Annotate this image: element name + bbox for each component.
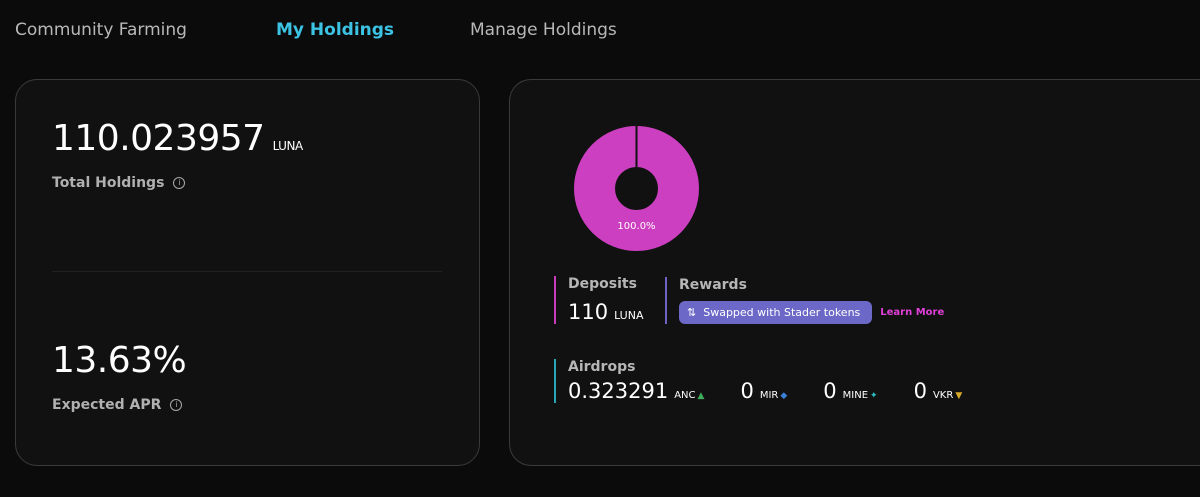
airdrop-mine-value: 0	[823, 379, 837, 403]
airdrop-anc: 0.323291 ANC ▲	[568, 379, 704, 403]
airdrop-mir-token: MIR	[759, 390, 779, 401]
airdrop-mine-token: MINE	[842, 390, 869, 401]
deposits-value: 110	[568, 300, 609, 324]
expected-apr-label-row: Expected APR i	[52, 397, 183, 413]
mine-icon: ✦	[870, 391, 878, 401]
learn-more-link[interactable]: Learn More	[880, 307, 944, 318]
total-holdings-unit: LUNA	[272, 139, 304, 153]
airdrop-anc-value: 0.323291	[568, 379, 669, 403]
total-holdings-value-row: 110.023957 LUNA	[52, 118, 303, 159]
info-icon[interactable]: i	[170, 399, 183, 411]
deposits-title: Deposits	[568, 276, 637, 292]
swap-icon: ⇅	[687, 306, 697, 319]
total-holdings-label: Total Holdings	[52, 175, 165, 191]
airdrop-vkr-token: VKR	[932, 390, 954, 401]
deposits-unit: LUNA	[614, 309, 644, 322]
holdings-donut-chart	[574, 126, 699, 251]
holdings-summary-card: 110.023957 LUNA Total Holdings i 13.63% E…	[15, 79, 480, 466]
airdrops-title: Airdrops	[568, 359, 636, 375]
deposits-section: Deposits 110 LUNA	[554, 276, 643, 324]
swap-label: Swapped with Stader tokens	[703, 306, 861, 319]
rewards-section: Rewards ⇅ Swapped with Stader tokens Lea…	[665, 277, 944, 324]
rewards-row: ⇅ Swapped with Stader tokens Learn More	[679, 301, 944, 324]
airdrop-mine: 0 MINE ✦	[823, 379, 877, 403]
expected-apr-label: Expected APR	[52, 397, 162, 413]
donut-percent-label: 100.0%	[617, 221, 656, 232]
mir-icon: ◆	[780, 391, 788, 401]
airdrop-vkr-value: 0	[913, 379, 927, 403]
total-holdings-value: 110.023957	[52, 118, 265, 159]
holdings-breakdown-card: 100.0% Deposits 110 LUNA Rewards ⇅ Swappe…	[509, 79, 1200, 466]
swapped-with-stader-badge[interactable]: ⇅ Swapped with Stader tokens	[679, 301, 873, 324]
rewards-title: Rewards	[679, 277, 747, 293]
tab-bar: Community Farming My Holdings Manage Hol…	[0, 0, 1200, 62]
tab-manage-holdings[interactable]: Manage Holdings	[470, 20, 617, 40]
tab-my-holdings[interactable]: My Holdings	[276, 20, 394, 40]
vkr-icon: ▼	[955, 391, 963, 401]
airdrop-anc-token: ANC	[674, 390, 696, 401]
total-holdings-label-row: Total Holdings i	[52, 175, 186, 191]
airdrop-vkr: 0 VKR ▼	[914, 379, 963, 403]
airdrops-section: Airdrops 0.323291 ANC ▲ 0 MIR ◆ 0 MINE ✦…	[554, 359, 998, 403]
airdrop-mir: 0 MIR ◆	[740, 379, 787, 403]
airdrop-mir-value: 0	[740, 379, 754, 403]
deposits-value-row: 110 LUNA	[568, 300, 643, 324]
tab-community-farming[interactable]: Community Farming	[15, 20, 187, 40]
divider	[52, 271, 442, 272]
anc-icon: ▲	[697, 391, 705, 401]
info-icon[interactable]: i	[173, 177, 186, 189]
airdrops-list: 0.323291 ANC ▲ 0 MIR ◆ 0 MINE ✦ 0 VKR ▼	[568, 379, 998, 403]
expected-apr-value: 13.63%	[52, 340, 187, 381]
